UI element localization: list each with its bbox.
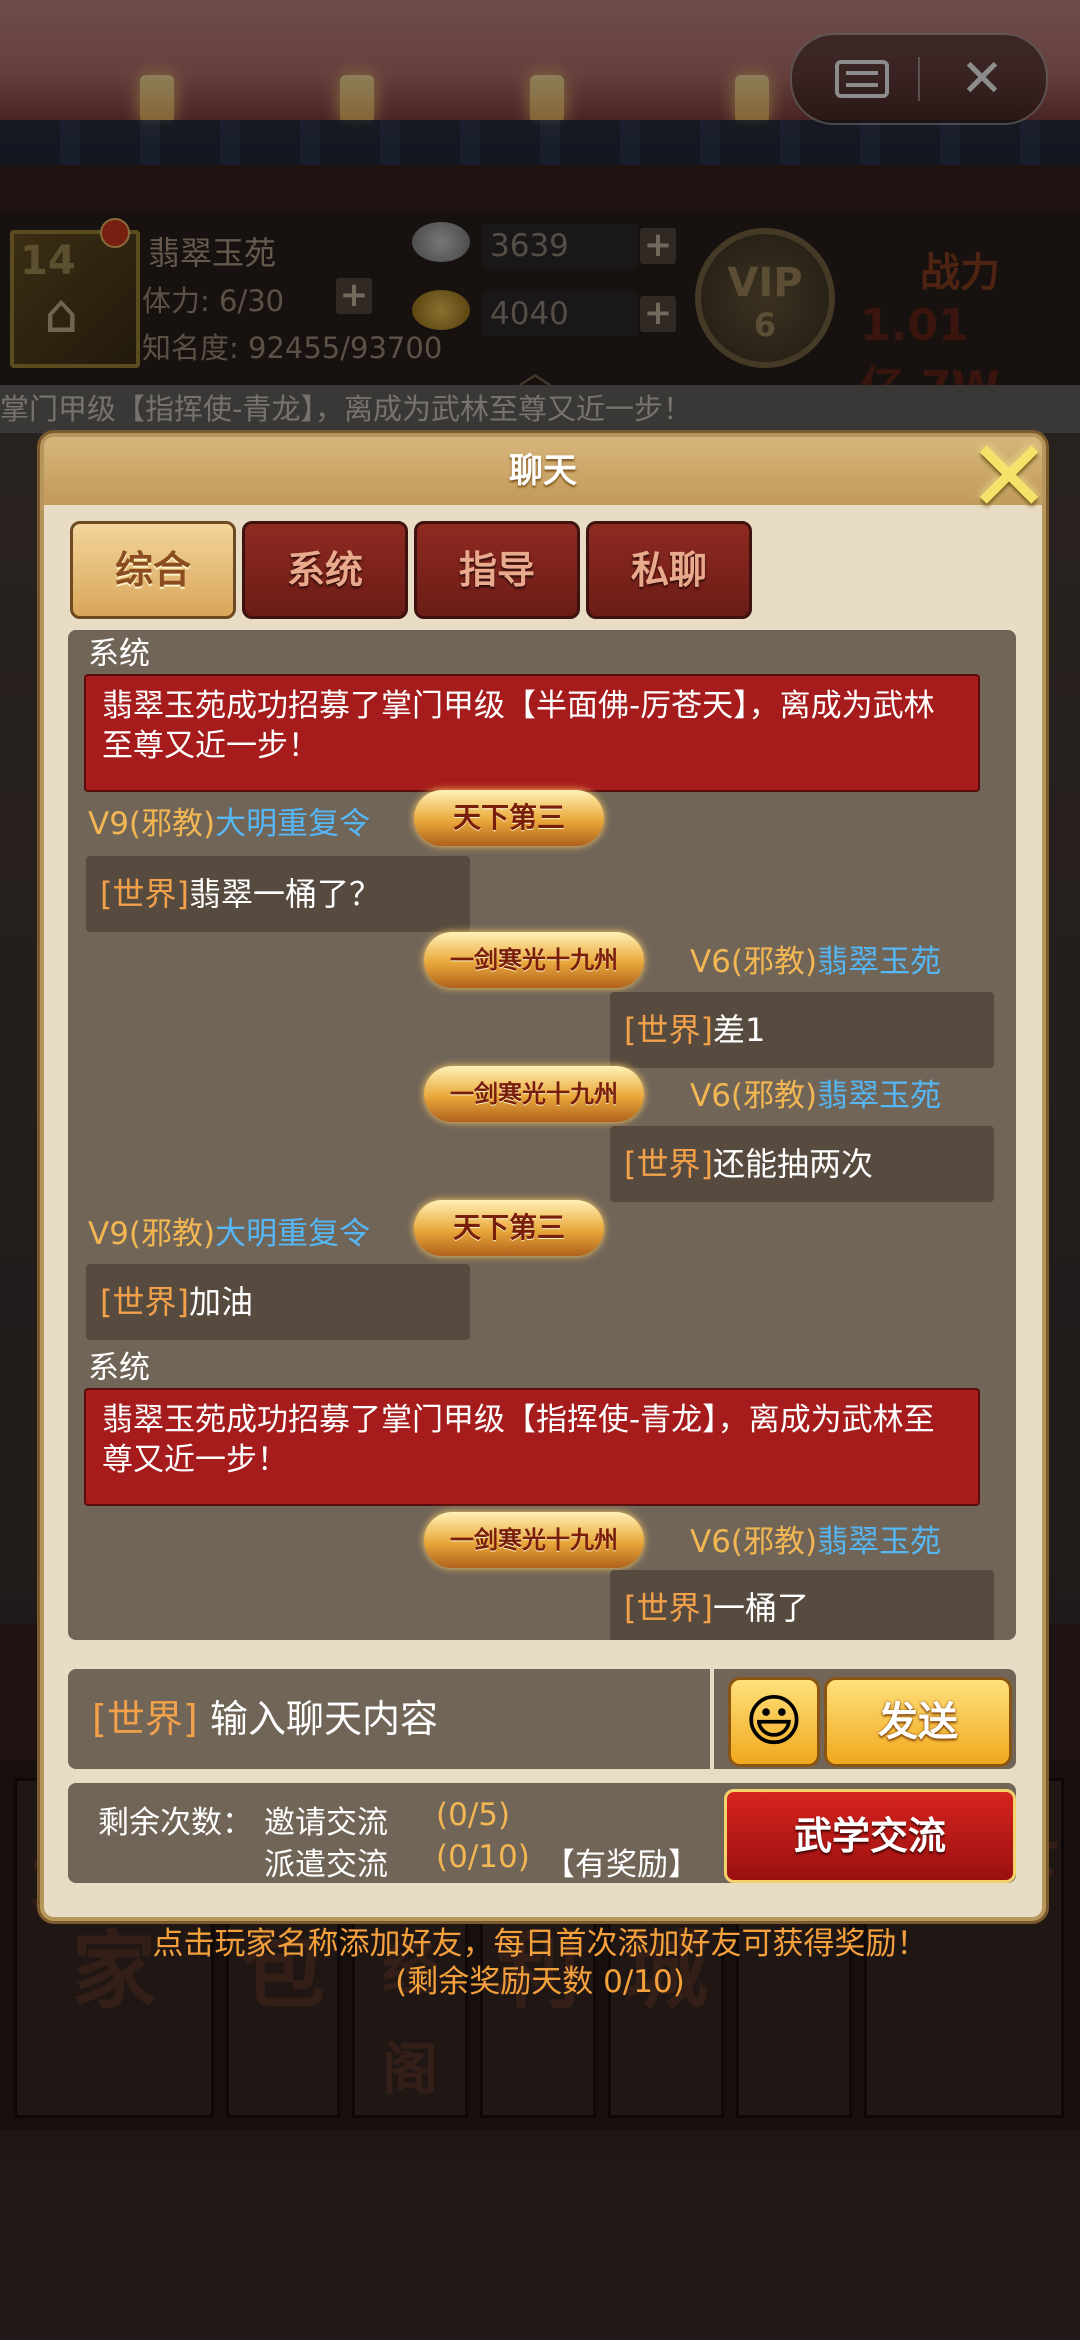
martial-exchange-button[interactable]: 武学交流 — [724, 1789, 1016, 1883]
system-message: 翡翠玉苑成功招募了掌门甲级【指挥使-青龙】，离成为武林至尊又近一步！ — [84, 1388, 980, 1506]
chat-bubble: [世界]还能抽两次 — [610, 1126, 994, 1202]
chat-bubble: [世界]加油 — [86, 1264, 470, 1340]
system-message: 翡翠玉苑成功招募了掌门甲级【半面佛-厉苍天】，离成为武林至尊又近一步！ — [84, 674, 980, 792]
message-text: 一桶了 — [712, 1589, 809, 1627]
message-sender[interactable]: V9(邪教)大明重复令 — [88, 1208, 370, 1253]
tip-line-1: 点击玩家名称添加好友，每日首次添加好友可获得奖励！ — [152, 1926, 928, 1962]
divider — [710, 1669, 714, 1769]
title-badge: 一剑寒光十九州 — [424, 932, 644, 988]
channel-tag: [世界] — [100, 875, 189, 913]
tab-system[interactable]: 系统 — [242, 521, 408, 619]
sender-vip: V9(邪教) — [88, 806, 216, 842]
channel-tag: [世界] — [624, 1145, 713, 1183]
message-text: 差1 — [712, 1011, 766, 1049]
sender-vip: V9(邪教) — [88, 1216, 216, 1252]
chat-message-list[interactable]: 系统 翡翠玉苑成功招募了掌门甲级【半面佛-厉苍天】，离成为武林至尊又近一步！ V… — [68, 630, 1016, 1640]
message-text: 还能抽两次 — [712, 1145, 873, 1183]
sender-vip: V6(邪教) — [690, 1524, 818, 1560]
message-sender[interactable]: V9(邪教)大明重复令 — [88, 798, 370, 843]
message-text: 翡翠一桶了？ — [188, 875, 381, 913]
invite-count: (0/5) — [436, 1797, 511, 1833]
chat-dialog: 聊天 ✕ 综合 系统 指导 私聊 系统 翡翠玉苑成功招募了掌门甲级【半面佛-厉苍… — [40, 427, 1051, 1921]
message-text: 加油 — [188, 1283, 253, 1321]
channel-selector[interactable]: [世界] — [92, 1669, 198, 1769]
channel-tag: [世界] — [100, 1283, 189, 1321]
sender-name[interactable]: 大明重复令 — [215, 806, 370, 842]
title-badge: 一剑寒光十九州 — [424, 1066, 644, 1122]
chat-bubble: [世界]差1 — [610, 992, 994, 1068]
tab-private[interactable]: 私聊 — [586, 521, 752, 619]
dispatch-count: (0/10) — [436, 1839, 530, 1875]
message-sender[interactable]: V6(邪教)翡翠玉苑 — [690, 1070, 941, 1115]
system-label: 系统 — [88, 1350, 150, 1386]
channel-tag: [世界] — [624, 1011, 713, 1049]
title-badge: 天下第三 — [414, 1200, 604, 1256]
invite-label: 邀请交流 — [264, 1805, 388, 1841]
sender-name[interactable]: 大明重复令 — [215, 1216, 370, 1252]
message-sender[interactable]: V6(邪教)翡翠玉苑 — [690, 1516, 941, 1561]
friend-reward-tip: 点击玩家名称添加好友，每日首次添加好友可获得奖励！ (剩余奖励天数 0/10) — [0, 1925, 1080, 2001]
sender-name[interactable]: 翡翠玉苑 — [817, 1078, 941, 1114]
title-badge: 天下第三 — [414, 790, 604, 846]
tip-line-2: (剩余奖励天数 0/10) — [395, 1964, 685, 2000]
message-sender[interactable]: V6(邪教)翡翠玉苑 — [690, 936, 941, 981]
exchange-panel: 剩余次数： 邀请交流 (0/5) 派遣交流 (0/10) 【有奖励】 武学交流 — [68, 1783, 1016, 1883]
reward-tag: 【有奖励】 — [544, 1847, 699, 1883]
dispatch-label: 派遣交流 — [264, 1847, 388, 1883]
sender-name[interactable]: 翡翠玉苑 — [817, 944, 941, 980]
tab-general[interactable]: 综合 — [70, 521, 236, 619]
sender-vip: V6(邪教) — [690, 1078, 818, 1114]
chat-bubble: [世界]一桶了 — [610, 1570, 994, 1640]
chat-input[interactable]: 输入聊天内容 — [210, 1669, 438, 1769]
tab-guide[interactable]: 指导 — [414, 521, 580, 619]
title-badge: 一剑寒光十九州 — [424, 1512, 644, 1568]
chat-input-row: [世界] 输入聊天内容 😃 发送 — [68, 1669, 1016, 1769]
sender-name[interactable]: 翡翠玉苑 — [817, 1524, 941, 1560]
send-button[interactable]: 发送 — [824, 1677, 1012, 1767]
emoji-button[interactable]: 😃 — [728, 1677, 820, 1767]
smiley-icon: 😃 — [744, 1689, 804, 1754]
channel-tag: [世界] — [624, 1589, 713, 1627]
system-label: 系统 — [88, 636, 150, 672]
dialog-title: 聊天 — [44, 437, 1042, 505]
sender-vip: V6(邪教) — [690, 944, 818, 980]
chat-bubble: [世界]翡翠一桶了？ — [86, 856, 470, 932]
remaining-label: 剩余次数： — [98, 1805, 253, 1841]
close-icon[interactable]: ✕ — [959, 427, 1059, 527]
